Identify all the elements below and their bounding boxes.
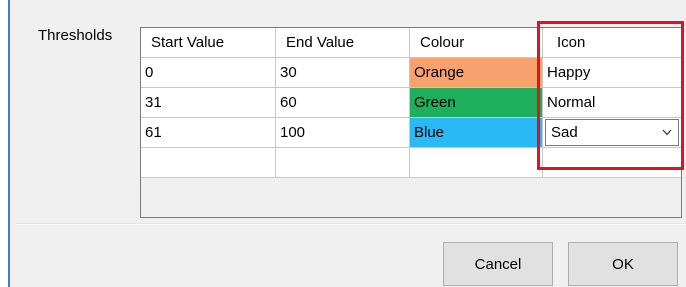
end-value-cell[interactable]: 30 [276,58,410,88]
table-row[interactable]: 61 100 Blue Sad [141,118,681,148]
icon-dropdown-value: Sad [551,124,578,141]
start-value-cell[interactable]: 0 [141,58,276,88]
end-value-cell[interactable]: 60 [276,88,410,118]
end-value-cell[interactable] [276,148,410,178]
icon-cell-editing[interactable]: Sad [543,118,681,148]
colour-cell[interactable]: Orange [410,58,543,88]
icon-cell[interactable] [543,148,681,178]
table-row[interactable]: 31 60 Green Normal [141,88,681,118]
cancel-button[interactable]: Cancel [443,242,553,286]
start-value-cell[interactable]: 31 [141,88,276,118]
colour-cell[interactable]: Blue [410,118,543,148]
icon-dropdown[interactable]: Sad [545,119,679,146]
icon-cell[interactable]: Normal [543,88,681,118]
icon-cell[interactable]: Happy [543,58,681,88]
section-divider [16,224,686,225]
header-start-value[interactable]: Start Value [141,28,276,58]
colour-cell[interactable]: Green [410,88,543,118]
end-value-cell[interactable]: 100 [276,118,410,148]
ok-button[interactable]: OK [568,242,678,286]
start-value-cell[interactable]: 61 [141,118,276,148]
thresholds-label: Thresholds [38,27,113,44]
header-end-value[interactable]: End Value [276,28,410,58]
thresholds-grid[interactable]: Start Value End Value Colour Icon 0 30 O… [140,27,682,218]
header-icon[interactable]: Icon [543,28,681,58]
table-row[interactable]: 0 30 Orange Happy [141,58,681,88]
chevron-down-icon[interactable] [662,129,672,136]
grid-header-row: Start Value End Value Colour Icon [141,28,681,58]
colour-cell[interactable] [410,148,543,178]
start-value-cell[interactable] [141,148,276,178]
header-colour[interactable]: Colour [410,28,543,58]
new-row[interactable] [141,148,681,178]
